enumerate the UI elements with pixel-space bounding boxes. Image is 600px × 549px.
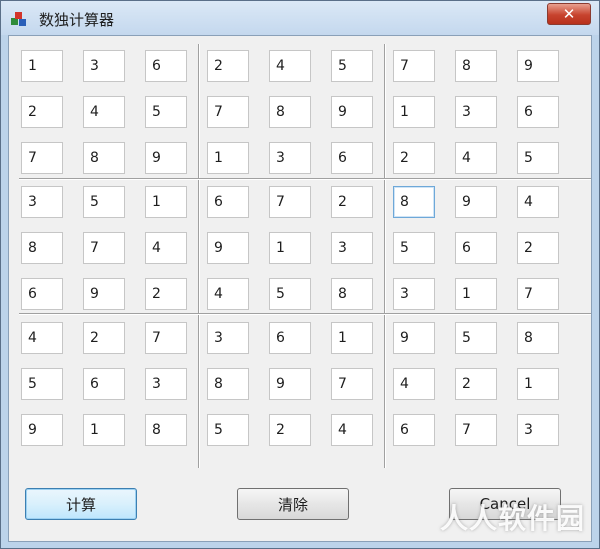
sudoku-cell-r9-c3[interactable]: 8 bbox=[145, 414, 187, 446]
sudoku-cell-r5-c6[interactable]: 3 bbox=[331, 232, 373, 264]
sudoku-cell-r8-c6[interactable]: 7 bbox=[331, 368, 373, 400]
sudoku-cell-r5-c8[interactable]: 6 bbox=[455, 232, 497, 264]
sudoku-cell-r2-c3[interactable]: 5 bbox=[145, 96, 187, 128]
sudoku-cell-r9-c1[interactable]: 9 bbox=[21, 414, 63, 446]
sudoku-cell-r5-c1[interactable]: 8 bbox=[21, 232, 63, 264]
sudoku-cell-r2-c8[interactable]: 3 bbox=[455, 96, 497, 128]
sudoku-cell-r3-c5[interactable]: 3 bbox=[269, 142, 311, 174]
sudoku-cell-r3-c7[interactable]: 2 bbox=[393, 142, 435, 174]
sudoku-cell-r1-c6[interactable]: 5 bbox=[331, 50, 373, 82]
sudoku-cell-r4-c5[interactable]: 7 bbox=[269, 186, 311, 218]
clear-button[interactable]: 清除 bbox=[237, 488, 349, 520]
sudoku-cell-r5-c2[interactable]: 7 bbox=[83, 232, 125, 264]
sudoku-cell-r2-c2[interactable]: 4 bbox=[83, 96, 125, 128]
sudoku-cell-r6-c3[interactable]: 2 bbox=[145, 278, 187, 310]
sudoku-cell-r6-c4[interactable]: 4 bbox=[207, 278, 249, 310]
sudoku-cell-r1-c4[interactable]: 2 bbox=[207, 50, 249, 82]
sudoku-cell-r6-c2[interactable]: 9 bbox=[83, 278, 125, 310]
sudoku-cell-r7-c1[interactable]: 4 bbox=[21, 322, 63, 354]
sudoku-cell-r2-c5[interactable]: 8 bbox=[269, 96, 311, 128]
sudoku-cell-r4-c8[interactable]: 9 bbox=[455, 186, 497, 218]
sudoku-cell-r9-c6[interactable]: 4 bbox=[331, 414, 373, 446]
sudoku-cell-r1-c9[interactable]: 9 bbox=[517, 50, 559, 82]
sudoku-cell-r8-c3[interactable]: 3 bbox=[145, 368, 187, 400]
sudoku-cell-r8-c7[interactable]: 4 bbox=[393, 368, 435, 400]
sudoku-cell-r8-c1[interactable]: 5 bbox=[21, 368, 63, 400]
sudoku-cell-r3-c8[interactable]: 4 bbox=[455, 142, 497, 174]
sudoku-cell-r3-c9[interactable]: 5 bbox=[517, 142, 559, 174]
sudoku-cell-r9-c7[interactable]: 6 bbox=[393, 414, 435, 446]
sudoku-cell-r8-c5[interactable]: 9 bbox=[269, 368, 311, 400]
sudoku-cell-r1-c2[interactable]: 3 bbox=[83, 50, 125, 82]
sudoku-cell-r6-c8[interactable]: 1 bbox=[455, 278, 497, 310]
block-divider-vertical bbox=[198, 44, 200, 468]
sudoku-cell-r2-c9[interactable]: 6 bbox=[517, 96, 559, 128]
close-icon: ✕ bbox=[562, 4, 576, 23]
sudoku-cell-r4-c3[interactable]: 1 bbox=[145, 186, 187, 218]
sudoku-cell-r6-c9[interactable]: 7 bbox=[517, 278, 559, 310]
sudoku-cell-r7-c5[interactable]: 6 bbox=[269, 322, 311, 354]
sudoku-cell-r4-c4[interactable]: 6 bbox=[207, 186, 249, 218]
sudoku-cell-r9-c5[interactable]: 2 bbox=[269, 414, 311, 446]
sudoku-grid: 1362457892457891367891362453516728948749… bbox=[19, 44, 591, 470]
sudoku-cell-r5-c3[interactable]: 4 bbox=[145, 232, 187, 264]
sudoku-cell-r7-c2[interactable]: 2 bbox=[83, 322, 125, 354]
sudoku-cell-r4-c9[interactable]: 4 bbox=[517, 186, 559, 218]
sudoku-cell-r3-c6[interactable]: 6 bbox=[331, 142, 373, 174]
sudoku-cell-r2-c7[interactable]: 1 bbox=[393, 96, 435, 128]
sudoku-cell-r1-c5[interactable]: 4 bbox=[269, 50, 311, 82]
sudoku-cell-r9-c8[interactable]: 7 bbox=[455, 414, 497, 446]
sudoku-cell-r8-c8[interactable]: 2 bbox=[455, 368, 497, 400]
sudoku-cell-r2-c1[interactable]: 2 bbox=[21, 96, 63, 128]
sudoku-cell-r5-c9[interactable]: 2 bbox=[517, 232, 559, 264]
sudoku-cell-r2-c4[interactable]: 7 bbox=[207, 96, 249, 128]
sudoku-cell-r3-c4[interactable]: 1 bbox=[207, 142, 249, 174]
sudoku-cell-r8-c2[interactable]: 6 bbox=[83, 368, 125, 400]
sudoku-cell-r3-c3[interactable]: 9 bbox=[145, 142, 187, 174]
sudoku-cell-r4-c6[interactable]: 2 bbox=[331, 186, 373, 218]
sudoku-cell-r9-c4[interactable]: 5 bbox=[207, 414, 249, 446]
title-bar[interactable]: 数独计算器 ✕ bbox=[1, 1, 599, 35]
sudoku-cell-r4-c7[interactable]: 8 bbox=[393, 186, 435, 218]
block-divider-horizontal bbox=[19, 313, 591, 315]
sudoku-cell-r8-c9[interactable]: 1 bbox=[517, 368, 559, 400]
sudoku-cell-r6-c1[interactable]: 6 bbox=[21, 278, 63, 310]
sudoku-cell-r1-c3[interactable]: 6 bbox=[145, 50, 187, 82]
sudoku-cell-r9-c9[interactable]: 3 bbox=[517, 414, 559, 446]
block-divider-vertical bbox=[384, 44, 386, 468]
calculate-button[interactable]: 计算 bbox=[25, 488, 137, 520]
sudoku-cell-r1-c8[interactable]: 8 bbox=[455, 50, 497, 82]
sudoku-cell-r7-c4[interactable]: 3 bbox=[207, 322, 249, 354]
sudoku-cell-r3-c2[interactable]: 8 bbox=[83, 142, 125, 174]
window-title: 数独计算器 bbox=[39, 11, 115, 29]
block-divider-horizontal bbox=[19, 178, 591, 180]
sudoku-cell-r7-c3[interactable]: 7 bbox=[145, 322, 187, 354]
app-icon bbox=[11, 12, 26, 26]
sudoku-cell-r1-c1[interactable]: 1 bbox=[21, 50, 63, 82]
sudoku-cell-r6-c6[interactable]: 8 bbox=[331, 278, 373, 310]
sudoku-cell-r3-c1[interactable]: 7 bbox=[21, 142, 63, 174]
sudoku-cell-r7-c7[interactable]: 9 bbox=[393, 322, 435, 354]
sudoku-cell-r9-c2[interactable]: 1 bbox=[83, 414, 125, 446]
sudoku-cell-r1-c7[interactable]: 7 bbox=[393, 50, 435, 82]
watermark: 人人软件园 bbox=[439, 502, 585, 535]
sudoku-cell-r5-c5[interactable]: 1 bbox=[269, 232, 311, 264]
sudoku-cell-r7-c9[interactable]: 8 bbox=[517, 322, 559, 354]
sudoku-cell-r7-c6[interactable]: 1 bbox=[331, 322, 373, 354]
sudoku-cell-r5-c4[interactable]: 9 bbox=[207, 232, 249, 264]
sudoku-cell-r8-c4[interactable]: 8 bbox=[207, 368, 249, 400]
sudoku-cell-r5-c7[interactable]: 5 bbox=[393, 232, 435, 264]
sudoku-cell-r4-c1[interactable]: 3 bbox=[21, 186, 63, 218]
client-area: 1362457892457891367891362453516728948749… bbox=[8, 35, 592, 542]
sudoku-cell-r6-c7[interactable]: 3 bbox=[393, 278, 435, 310]
app-window: 数独计算器 ✕ 13624578924578913678913624535167… bbox=[0, 0, 600, 549]
close-button[interactable]: ✕ bbox=[547, 3, 591, 25]
sudoku-cell-r7-c8[interactable]: 5 bbox=[455, 322, 497, 354]
sudoku-cell-r2-c6[interactable]: 9 bbox=[331, 96, 373, 128]
sudoku-cell-r4-c2[interactable]: 5 bbox=[83, 186, 125, 218]
sudoku-cell-r6-c5[interactable]: 5 bbox=[269, 278, 311, 310]
